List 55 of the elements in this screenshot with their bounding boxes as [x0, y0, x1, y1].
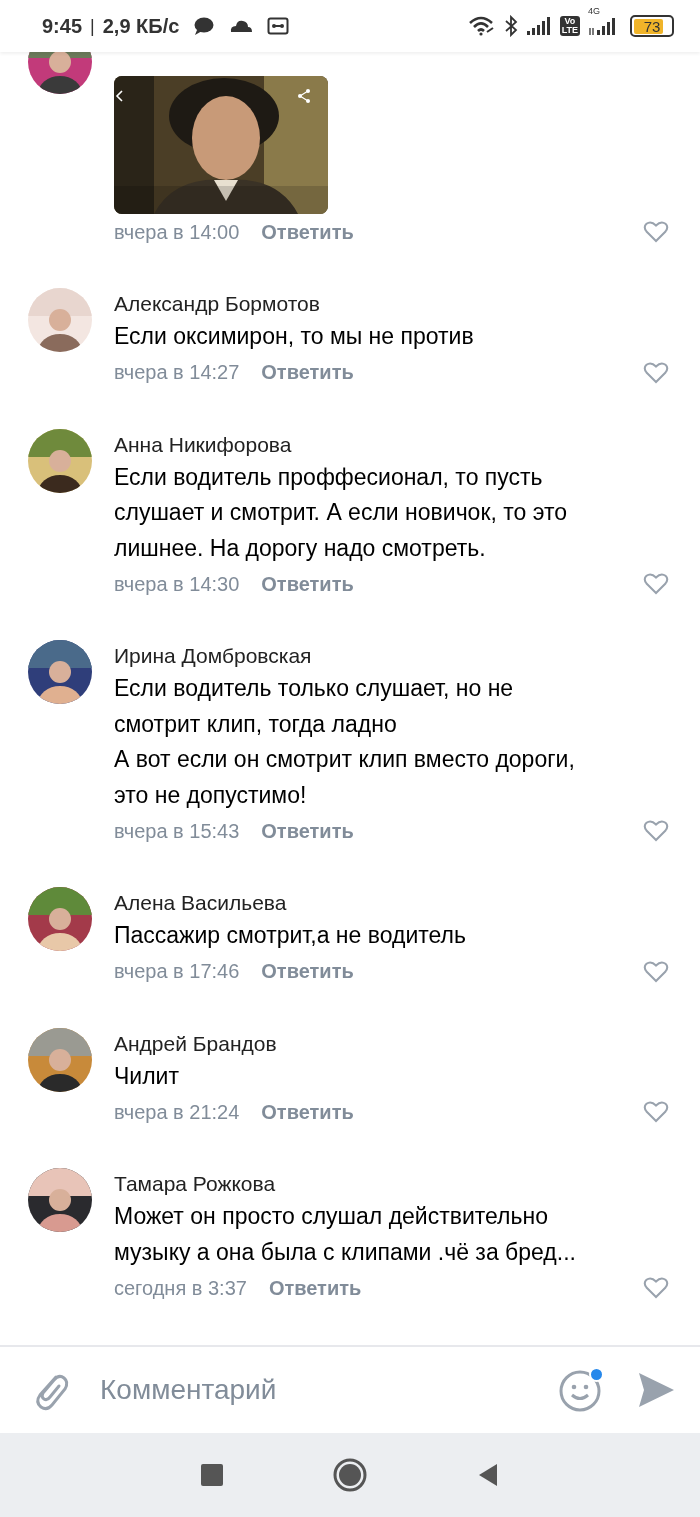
like-heart-icon[interactable] — [643, 820, 669, 842]
send-icon[interactable] — [636, 1370, 676, 1410]
comment-text: Если водитель только слушает, но не смотрит клип, тогда ладно А вот если он смотрит клип вместо дороги, это не допустимо! — [114, 674, 576, 810]
emoji-button[interactable] — [558, 1367, 604, 1413]
network-speed: 2,9 КБ/с — [102, 14, 180, 38]
comment-time: вчера в 14:27 — [114, 361, 240, 384]
like-heart-icon[interactable] — [643, 1101, 669, 1123]
separator: | — [90, 15, 95, 37]
reply-link[interactable]: Ответить — [261, 361, 354, 384]
signal-icon — [525, 16, 552, 36]
volte-label: Vo — [564, 17, 576, 26]
reply-link[interactable]: Ответить — [268, 1276, 362, 1300]
comment-text: Чилит — [114, 1061, 180, 1091]
comment-time: вчера в 21:24 — [114, 1100, 240, 1124]
author-name[interactable]: Тамара Рожкова — [114, 1169, 676, 1199]
comment-time: вчера в 14:00 — [114, 220, 240, 244]
like-heart-icon[interactable] — [643, 221, 669, 243]
reply-link[interactable]: Ответить — [261, 819, 354, 843]
like-heart-icon[interactable] — [643, 361, 669, 384]
back-icon[interactable] — [477, 1463, 499, 1487]
comment-input[interactable]: Комментарий — [84, 1373, 546, 1407]
like-heart-icon[interactable] — [643, 1277, 669, 1299]
chat-bubble-icon — [193, 16, 216, 36]
share-icon[interactable] — [296, 88, 312, 104]
comment-text: Если водитель проффесионал, то пусть слушает и смотрит. А если новичок, то это лишнее. На дорогу надо смотреть. — [114, 462, 568, 563]
comment-text: Пассажир смотрит,а не водитель — [114, 921, 467, 950]
comment-time: сегодня в 3:37 — [114, 1276, 247, 1300]
volte-label: LTE — [561, 26, 578, 35]
like-heart-icon[interactable] — [643, 960, 669, 983]
cassette-icon — [267, 17, 290, 35]
bluetooth-icon — [503, 15, 518, 37]
recents-icon[interactable] — [201, 1464, 223, 1486]
comment-time: вчера в 17:46 — [114, 960, 240, 983]
author-name[interactable]: Ирина Домбровская — [114, 641, 676, 671]
signal-icon — [588, 16, 618, 36]
comment-time: вчера в 14:30 — [114, 572, 240, 596]
author-name[interactable]: Анна Никифорова — [114, 429, 676, 460]
comment-time: вчера в 15:43 — [114, 819, 240, 843]
clock: 9:45 — [42, 14, 83, 38]
wifi-icon — [467, 16, 496, 36]
comment-text: Может он просто слушал действительно музыку а она была с клипами .чё за бред... — [114, 1202, 577, 1267]
reply-link[interactable]: Ответить — [261, 1100, 354, 1124]
home-icon[interactable] — [333, 1458, 367, 1492]
network-type: 4G — [588, 6, 600, 16]
back-icon[interactable] — [115, 89, 125, 103]
like-heart-icon[interactable] — [643, 573, 669, 595]
battery-percent: 73 — [643, 17, 661, 35]
author-name[interactable]: Алена Васильева — [114, 888, 676, 918]
reply-link[interactable]: Ответить — [261, 572, 354, 596]
cloud-icon — [229, 18, 254, 34]
author-name[interactable]: Александр Бормотов — [114, 289, 676, 319]
reply-link[interactable]: Ответить — [261, 960, 354, 983]
comment-text: Если оксимирон, то мы не против — [114, 322, 475, 351]
reply-link[interactable]: Ответить — [261, 220, 354, 244]
author-name[interactable]: Андрей Брандов — [114, 1028, 676, 1059]
